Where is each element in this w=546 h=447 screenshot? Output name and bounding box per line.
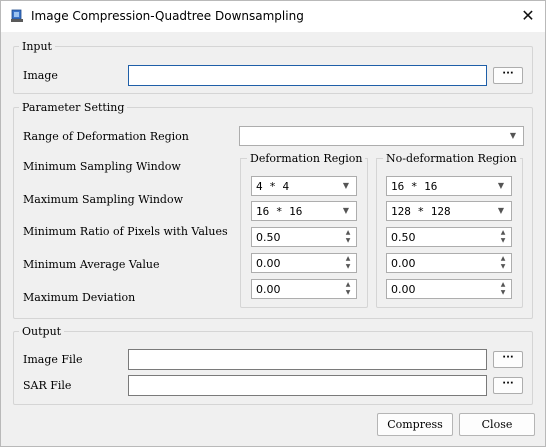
def-min-window-value: 4 * 4: [256, 180, 290, 193]
sar-file-browse-button[interactable]: ···: [493, 377, 523, 394]
chevron-up-icon[interactable]: ▲: [343, 281, 353, 289]
nodef-min-ratio-stepper[interactable]: 0.50 ▲ ▼: [386, 227, 512, 247]
def-min-avg-stepper[interactable]: 0.00 ▲ ▼: [251, 253, 357, 273]
chevron-down-icon[interactable]: ▼: [498, 289, 508, 297]
app-icon: [11, 9, 23, 22]
chevron-down-icon: ▼: [509, 131, 517, 140]
chevron-up-icon[interactable]: ▲: [343, 229, 353, 237]
nodef-min-ratio-value: 0.50: [391, 231, 416, 244]
no-deformation-title: No-deformation Region: [383, 152, 520, 165]
row-label-max-window: Maximum Sampling Window: [23, 193, 184, 206]
chevron-up-icon[interactable]: ▲: [498, 281, 508, 289]
chevron-down-icon[interactable]: ▼: [343, 289, 353, 297]
chevron-down-icon[interactable]: ▼: [343, 237, 353, 245]
def-max-dev-stepper[interactable]: 0.00 ▲ ▼: [251, 279, 357, 299]
def-min-ratio-stepper[interactable]: 0.50 ▲ ▼: [251, 227, 357, 247]
nodef-min-avg-value: 0.00: [391, 257, 416, 270]
nodef-min-window-select[interactable]: 16 * 16 ▼: [386, 176, 512, 196]
image-input[interactable]: [128, 65, 487, 86]
image-file-label: Image File: [23, 353, 83, 366]
chevron-down-icon: ▼: [342, 206, 350, 215]
dialog-window: Image Compression-Quadtree Downsampling …: [0, 0, 546, 447]
close-button[interactable]: Close: [459, 413, 535, 436]
nodef-min-avg-stepper[interactable]: 0.00 ▲ ▼: [386, 253, 512, 273]
def-min-window-select[interactable]: 4 * 4 ▼: [251, 176, 357, 196]
chevron-down-icon: ▼: [342, 181, 350, 190]
range-label: Range of Deformation Region: [23, 130, 189, 143]
title-bar[interactable]: Image Compression-Quadtree Downsampling …: [1, 1, 545, 32]
image-browse-button[interactable]: ···: [493, 67, 523, 84]
chevron-down-icon[interactable]: ▼: [498, 263, 508, 271]
row-label-min-ratio: Minimum Ratio of Pixels with Values: [23, 225, 228, 238]
row-label-max-dev: Maximum Deviation: [23, 291, 136, 304]
nodef-min-window-value: 16 * 16: [391, 180, 438, 193]
input-legend: Input: [22, 40, 52, 53]
chevron-up-icon[interactable]: ▲: [498, 255, 508, 263]
def-min-ratio-value: 0.50: [256, 231, 281, 244]
nodef-max-window-select[interactable]: 128 * 128 ▼: [386, 201, 512, 221]
chevron-down-icon[interactable]: ▼: [343, 263, 353, 271]
def-max-window-value: 16 * 16: [256, 205, 303, 218]
row-label-min-avg: Minimum Average Value: [23, 258, 160, 271]
compress-button[interactable]: Compress: [377, 413, 453, 436]
chevron-up-icon[interactable]: ▲: [498, 229, 508, 237]
parameter-legend: Parameter Setting: [22, 101, 125, 114]
deformation-title: Deformation Region: [247, 152, 366, 165]
nodef-max-dev-value: 0.00: [391, 283, 416, 296]
chevron-down-icon: ▼: [497, 181, 505, 190]
chevron-down-icon: ▼: [497, 206, 505, 215]
close-icon[interactable]: ✕: [519, 7, 537, 25]
def-max-dev-value: 0.00: [256, 283, 281, 296]
sar-file-label: SAR File: [23, 379, 72, 392]
image-file-browse-button[interactable]: ···: [493, 351, 523, 368]
nodef-max-dev-stepper[interactable]: 0.00 ▲ ▼: [386, 279, 512, 299]
range-select[interactable]: ▼: [239, 126, 524, 146]
sar-file-input[interactable]: [128, 375, 487, 396]
nodef-max-window-value: 128 * 128: [391, 205, 451, 218]
output-legend: Output: [22, 325, 62, 338]
image-file-input[interactable]: [128, 349, 487, 370]
chevron-up-icon[interactable]: ▲: [343, 255, 353, 263]
row-label-min-window: Minimum Sampling Window: [23, 160, 181, 173]
def-min-avg-value: 0.00: [256, 257, 281, 270]
image-label: Image: [23, 69, 58, 82]
window-title: Image Compression-Quadtree Downsampling: [31, 9, 304, 23]
chevron-down-icon[interactable]: ▼: [498, 237, 508, 245]
def-max-window-select[interactable]: 16 * 16 ▼: [251, 201, 357, 221]
